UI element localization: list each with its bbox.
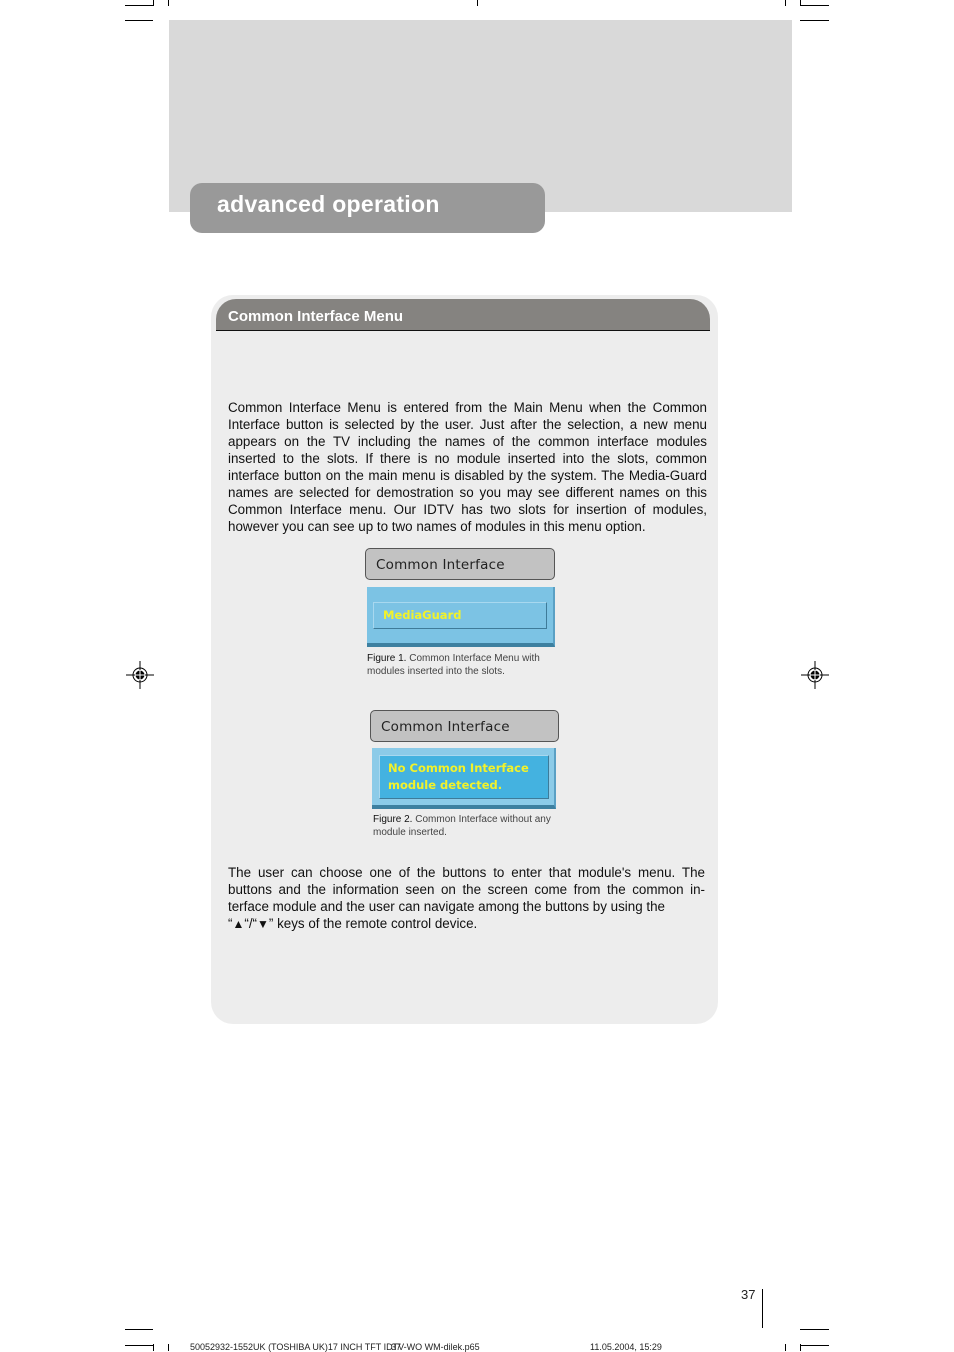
osd-title-bar: Common Interface xyxy=(365,548,555,580)
message-line-1: No Common Interface xyxy=(388,761,529,775)
crop-mark xyxy=(477,0,478,6)
osd-title-bar: Common Interface xyxy=(370,710,559,742)
module-item: MediaGuard xyxy=(373,602,547,629)
card-title: Common Interface Menu xyxy=(228,308,404,325)
osd-panel: No Common Interface module detected. xyxy=(372,748,556,809)
closing-paragraph: The user can choose one of the buttons t… xyxy=(228,864,705,933)
crop-mark xyxy=(785,1344,786,1351)
caption-label: Figure 1. xyxy=(367,653,407,664)
crop-mark xyxy=(800,20,829,21)
crop-mark xyxy=(168,1344,169,1351)
down-arrow-icon: ▼ xyxy=(257,917,269,931)
card-header: Common Interface Menu xyxy=(216,299,710,331)
registration-mark-icon xyxy=(126,661,154,689)
crop-mark xyxy=(801,1345,829,1346)
crop-mark xyxy=(800,1329,829,1330)
page-number-rule xyxy=(762,1289,763,1328)
closing-tail: ” keys of the remote control device. xyxy=(268,916,478,931)
message-box: No Common Interface module detected. xyxy=(379,755,549,799)
section-tab: advanced operation xyxy=(190,183,545,233)
figure-caption: Figure 1. Common Interface Menu with mod… xyxy=(367,652,567,678)
osd-title: Common Interface xyxy=(381,719,510,735)
caption-label: Figure 2. xyxy=(373,814,413,825)
crop-mark xyxy=(125,20,153,21)
section-title: advanced operation xyxy=(217,191,440,217)
separator: “/“ xyxy=(244,916,257,931)
crop-mark xyxy=(125,1329,153,1330)
module-name: MediaGuard xyxy=(383,608,462,622)
figure-caption: Figure 2. Common Interface without any m… xyxy=(373,813,573,839)
message-line-2: module detected. xyxy=(388,778,503,792)
closing-text: The user can choose one of the buttons t… xyxy=(228,865,705,914)
crop-mark xyxy=(125,5,153,6)
crop-mark xyxy=(153,1344,154,1351)
up-arrow-icon: ▲ xyxy=(232,917,245,931)
registration-mark-icon xyxy=(801,661,829,689)
crop-mark xyxy=(125,1345,153,1346)
osd-panel: MediaGuard xyxy=(367,587,555,647)
crop-mark xyxy=(801,5,829,6)
page-number: 37 xyxy=(741,1287,756,1302)
crop-mark xyxy=(153,0,154,6)
crop-mark xyxy=(785,0,786,6)
crop-mark xyxy=(168,0,169,6)
intro-paragraph: Common Interface Menu is entered from th… xyxy=(228,400,707,534)
osd-title: Common Interface xyxy=(376,557,505,573)
